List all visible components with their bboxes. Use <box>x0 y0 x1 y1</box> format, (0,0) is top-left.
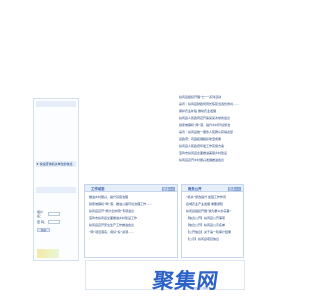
public-affairs-more-link[interactable]: 更多>> <box>227 186 241 191</box>
list-item[interactable]: “机关”整改提升 加强工作作风 <box>186 194 239 201</box>
list-item[interactable]: 【公示】扶风县项目信息 <box>186 236 239 243</box>
work-news-more-link[interactable]: 更多>> <box>161 186 175 191</box>
watermark-logo: 聚集网 <box>151 269 221 293</box>
list-item[interactable]: 扶风县人民政府召开第某某次常务会议 <box>179 115 247 122</box>
list-item[interactable]: 喜讯｜扶风县财政局局长陈民当选优秀共…… <box>179 101 247 108</box>
photo-area <box>80 88 180 176</box>
list-item[interactable]: 扶风县组织开展“七一”系列活动 <box>179 94 247 101</box>
username-row: 用户名： <box>37 210 77 218</box>
list-item[interactable]: 宝鸡市扶风县全面推进美丽乡村建设 <box>179 150 247 157</box>
list-item[interactable]: 扶风县人民政府印发工作实施方案 <box>179 143 247 150</box>
left-panel-header <box>36 101 76 107</box>
list-item[interactable]: 县域农业产业发展 重要通知 <box>186 201 239 208</box>
username-label: 用户名： <box>37 210 44 218</box>
left-panel-login-header <box>36 187 76 193</box>
list-item[interactable]: “两”项目落实，用好“好”资源…… <box>89 229 173 236</box>
list-item[interactable]: 【公开信息】关于第一轮审计结果 <box>186 229 239 236</box>
work-news-box: 工作动态 更多>> 推进乡村振兴，提升基层治理 铁家坡镇机“两”落，推进公路环境… <box>84 184 178 258</box>
public-affairs-title: 政务公开 <box>188 187 202 191</box>
login-form: 用户名： 密 码： 登录 <box>37 210 77 232</box>
list-item[interactable]: 【信息公开】扶风县公示名单 <box>186 222 239 229</box>
list-item[interactable]: 扶风县召开安全生产工作推进会议 <box>89 222 173 229</box>
quick-query-link[interactable]: ★ 快速查询机关单位的信息 <box>36 162 73 166</box>
list-item[interactable]: 铁家坡镇机“两”落，提升乡村环境整治 <box>179 122 247 129</box>
password-row: 密 码： <box>37 218 77 226</box>
list-item[interactable]: 喜讯｜扶风县统一服务人民群众获得表彰 <box>179 129 247 136</box>
public-affairs-box: 政务公开 更多>> “机关”整改提升 加强工作作风 县域农业产业发展 重要通知 … <box>181 184 244 258</box>
login-button[interactable]: 登录 <box>37 228 50 232</box>
username-input[interactable] <box>48 212 60 216</box>
list-item[interactable]: 扶风县组织开展“我为群众办实事” <box>186 208 239 215</box>
password-label: 密 码： <box>37 220 47 224</box>
left-panel <box>33 98 79 261</box>
work-news-title: 工作动态 <box>91 187 105 191</box>
list-item[interactable]: 扶风县召开“两大创文明”专项会议 <box>89 208 173 215</box>
list-item[interactable]: 县政府：巩固拓展脱贫攻坚成果 <box>179 136 247 143</box>
watermark-subtext: JUJI.NET <box>195 286 211 290</box>
list-item[interactable]: 保护农业补贴 推动农业发展 <box>179 108 247 115</box>
list-item[interactable]: 扶风县召开乡村振兴发展推进会议 <box>179 157 247 164</box>
list-item[interactable]: 宝鸡市扶风县全面推进乡村建设工作 <box>89 215 173 222</box>
banner-image <box>37 249 59 258</box>
list-item[interactable]: 铁家坡镇机“两”落，推进公路环境治理工作…… <box>89 201 173 208</box>
list-item[interactable]: 推进乡村振兴，提升基层治理 <box>89 194 173 201</box>
list-item[interactable]: 【信息公开】扶风县公开事项 <box>186 215 239 222</box>
news-list: 扶风县组织开展“七一”系列活动 喜讯｜扶风县财政局局长陈民当选优秀共…… 保护农… <box>179 94 247 164</box>
work-news-header: 工作动态 更多>> <box>85 185 177 192</box>
public-affairs-header: 政务公开 更多>> <box>182 185 243 192</box>
password-input[interactable] <box>48 220 60 224</box>
